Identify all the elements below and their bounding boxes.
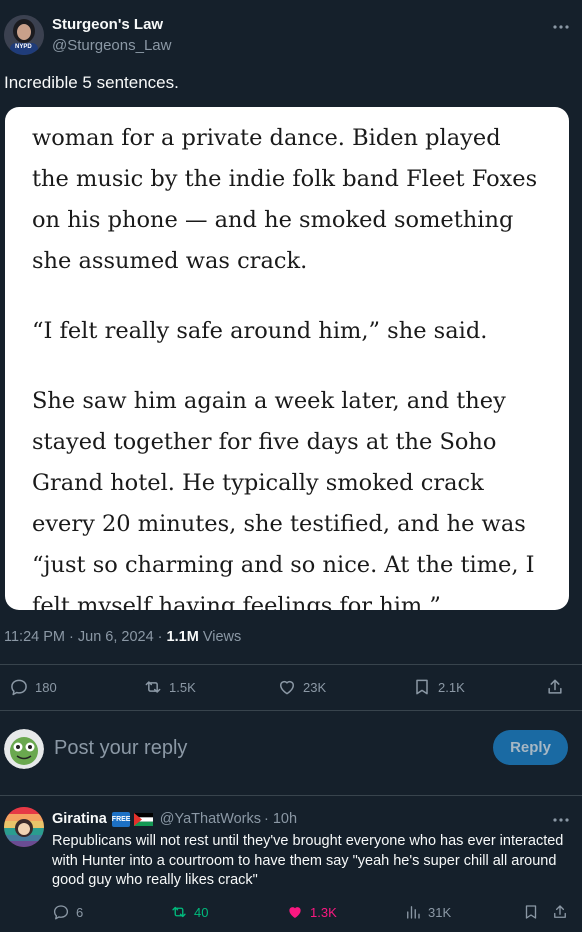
like-icon bbox=[280, 680, 294, 695]
palestine-flag-icon bbox=[133, 812, 153, 826]
reply-reply-action[interactable]: 6 bbox=[52, 903, 83, 921]
image-line: “just so charming and so nice. At the ti… bbox=[32, 552, 535, 578]
image-line: stayed together for five days at the Soh… bbox=[32, 429, 497, 455]
share-button[interactable] bbox=[545, 677, 565, 697]
post-timestamp[interactable]: 11:24 PM · Jun 6, 2024 · bbox=[4, 629, 167, 645]
reply-reply-count: 6 bbox=[76, 904, 84, 920]
author-handle[interactable]: @Sturgeons_Law bbox=[52, 37, 171, 54]
reply-repost-count: 40 bbox=[194, 904, 209, 920]
views-icon bbox=[407, 906, 420, 919]
post-meta: 11:24 PM · Jun 6, 2024 · 1.1M Views bbox=[4, 629, 241, 645]
reply-repost-action[interactable]: 40 bbox=[170, 903, 208, 921]
like-action[interactable]: 23K bbox=[277, 677, 326, 697]
author-avatar[interactable]: NYPD bbox=[4, 15, 44, 55]
reply-text: Republicans will not rest until they've … bbox=[52, 833, 564, 888]
reply-like-count: 1.3K bbox=[310, 904, 337, 920]
reply-author-name[interactable]: Giratina bbox=[52, 811, 107, 827]
reply-more-icon[interactable] bbox=[551, 810, 571, 830]
bookmark-action[interactable]: 2.1K bbox=[412, 677, 465, 697]
reply-share-button[interactable] bbox=[551, 903, 569, 921]
reply-icon bbox=[11, 679, 27, 696]
repost-icon bbox=[172, 906, 186, 918]
reply-author-handle[interactable]: @YaThatWorks bbox=[160, 811, 261, 827]
image-line: every 20 minutes, she testified, and he … bbox=[32, 511, 526, 537]
reply-author-avatar[interactable] bbox=[4, 807, 44, 847]
reply-time[interactable]: · 10h bbox=[264, 811, 297, 827]
divider bbox=[0, 710, 582, 711]
post-text: Incredible 5 sentences. bbox=[4, 73, 179, 92]
like-icon bbox=[289, 907, 301, 918]
repost-action[interactable]: 1.5K bbox=[143, 677, 196, 697]
like-count: 23K bbox=[303, 679, 327, 695]
reply-bookmark-button[interactable] bbox=[522, 903, 540, 921]
author-name[interactable]: Sturgeon's Law bbox=[52, 16, 163, 33]
image-line: woman for a private dance. Biden played bbox=[32, 125, 501, 151]
bookmark-count: 2.1K bbox=[438, 679, 465, 695]
image-line: “I felt really safe around him,” she sai… bbox=[32, 318, 488, 344]
divider bbox=[0, 795, 582, 796]
reply-header: Giratina FREE @YaThatWorks · 10h bbox=[52, 811, 297, 827]
repost-icon bbox=[145, 681, 161, 693]
repost-count: 1.5K bbox=[169, 679, 196, 695]
views-label: Views bbox=[198, 629, 242, 645]
divider bbox=[0, 664, 582, 665]
reply-action[interactable]: 180 bbox=[9, 677, 57, 697]
reply-views-count: 31K bbox=[428, 904, 452, 920]
image-line: the music by the indie folk band Fleet F… bbox=[32, 166, 538, 192]
image-line: She saw him again a week later, and they bbox=[32, 388, 506, 414]
reply-input[interactable]: Post your reply bbox=[54, 737, 187, 760]
views-count: 1.1M bbox=[166, 629, 199, 645]
reply-views-action[interactable]: 31K bbox=[404, 903, 451, 921]
free-badge-icon: FREE bbox=[111, 811, 130, 827]
my-avatar[interactable] bbox=[4, 729, 44, 769]
reply-button[interactable]: Reply bbox=[493, 730, 568, 765]
image-line: Grand hotel. He typically smoked crack bbox=[32, 470, 484, 496]
reply-like-action[interactable]: 1.3K bbox=[286, 903, 337, 921]
avatar-label: NYPD bbox=[15, 44, 32, 50]
reply-count: 180 bbox=[35, 679, 57, 695]
image-line: felt myself having feelings for him.” bbox=[32, 593, 441, 610]
image-line: on his phone — and he smoked something bbox=[32, 207, 514, 233]
more-icon[interactable] bbox=[551, 17, 571, 37]
share-icon bbox=[554, 905, 566, 918]
bookmark-icon bbox=[525, 905, 537, 919]
image-line: she assumed was crack. bbox=[32, 248, 308, 274]
post-image[interactable]: woman for a private dance. Biden played … bbox=[5, 107, 569, 610]
reply-icon bbox=[53, 905, 69, 920]
bookmark-icon bbox=[416, 679, 428, 695]
share-icon bbox=[548, 679, 562, 694]
